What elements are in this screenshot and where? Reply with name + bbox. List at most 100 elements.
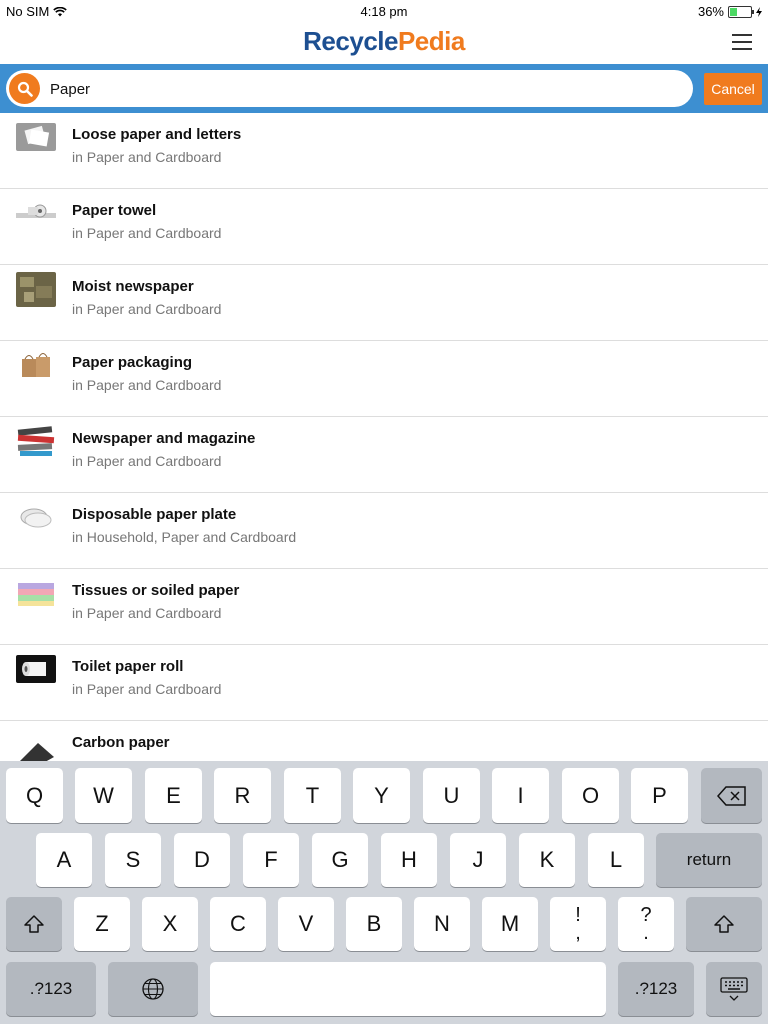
- item-title: Toilet paper roll: [72, 658, 184, 675]
- list-item[interactable]: Toilet paper roll in Paper and Cardboard: [0, 645, 768, 721]
- list-item[interactable]: Loose paper and letters in Paper and Car…: [0, 113, 768, 189]
- key-j[interactable]: J: [450, 833, 506, 887]
- key-s[interactable]: S: [105, 833, 161, 887]
- list-item[interactable]: Moist newspaper in Paper and Cardboard: [0, 265, 768, 341]
- item-category: in Paper and Cardboard: [72, 681, 222, 697]
- list-item[interactable]: Paper towel in Paper and Cardboard: [0, 189, 768, 265]
- shift-key-left[interactable]: [6, 897, 62, 951]
- key-exclaim-comma[interactable]: ! ,: [550, 897, 606, 951]
- key-l[interactable]: L: [588, 833, 644, 887]
- moist-newspaper-thumbnail: [16, 272, 56, 307]
- search-icon: [17, 81, 33, 97]
- menu-line: [732, 48, 752, 50]
- search-button[interactable]: [9, 73, 40, 104]
- shift-key-right[interactable]: [686, 897, 762, 951]
- key-y[interactable]: Y: [353, 768, 410, 823]
- item-title: Loose paper and letters: [72, 126, 242, 143]
- key-d[interactable]: D: [174, 833, 230, 887]
- item-title: Paper packaging: [72, 354, 193, 371]
- key-bottom-char: ,: [575, 922, 581, 944]
- key-e[interactable]: E: [145, 768, 202, 823]
- item-title: Tissues or soiled paper: [72, 582, 240, 599]
- toilet-paper-thumbnail: [16, 655, 56, 683]
- item-category: in Paper and Cardboard: [72, 453, 222, 469]
- menu-line: [732, 41, 752, 43]
- key-question-period[interactable]: ? .: [618, 897, 674, 951]
- list-item[interactable]: Carbon paper: [0, 721, 768, 761]
- app-header: RecyclePedia: [0, 22, 768, 64]
- key-p[interactable]: P: [631, 768, 688, 823]
- menu-line: [732, 34, 752, 36]
- search-input[interactable]: [48, 70, 652, 109]
- item-category: in Paper and Cardboard: [72, 377, 222, 393]
- status-bar: No SIM 4:18 pm 36%: [0, 0, 768, 22]
- battery-percent: 36%: [697, 4, 724, 19]
- item-title: Carbon paper: [72, 734, 170, 751]
- key-h[interactable]: H: [381, 833, 437, 887]
- search-bar: Cancel: [0, 64, 768, 113]
- search-field[interactable]: [6, 70, 693, 109]
- key-z[interactable]: Z: [74, 897, 130, 951]
- item-category: in Household, Paper and Cardboard: [72, 529, 297, 545]
- item-category: in Paper and Cardboard: [72, 605, 222, 621]
- carbon-paper-thumbnail: [16, 739, 56, 761]
- key-o[interactable]: O: [562, 768, 619, 823]
- key-v[interactable]: V: [278, 897, 334, 951]
- shift-icon: [24, 915, 44, 933]
- list-item[interactable]: Paper packaging in Paper and Cardboard: [0, 341, 768, 417]
- results-list[interactable]: Loose paper and letters in Paper and Car…: [0, 113, 768, 761]
- numbers-key-right[interactable]: .?123: [618, 962, 694, 1016]
- numbers-key-left[interactable]: .?123: [6, 962, 96, 1016]
- status-time: 4:18 pm: [360, 4, 408, 19]
- key-c[interactable]: C: [210, 897, 266, 951]
- logo-part-pedia: Pedia: [397, 26, 465, 56]
- item-title: Moist newspaper: [72, 278, 194, 295]
- key-t[interactable]: T: [284, 768, 341, 823]
- paper-packaging-thumbnail: [16, 349, 56, 381]
- dismiss-keyboard-key[interactable]: [706, 962, 762, 1016]
- key-a[interactable]: A: [36, 833, 92, 887]
- key-n[interactable]: N: [414, 897, 470, 951]
- newspaper-magazine-thumbnail: [16, 424, 56, 458]
- key-b[interactable]: B: [346, 897, 402, 951]
- globe-key[interactable]: [108, 962, 198, 1016]
- space-key[interactable]: [210, 962, 606, 1016]
- item-category: in Paper and Cardboard: [72, 225, 222, 241]
- status-right: 36%: [698, 4, 762, 19]
- key-g[interactable]: G: [312, 833, 368, 887]
- battery-icon: [728, 5, 754, 18]
- key-bottom-char: .: [643, 922, 649, 944]
- paper-towel-thumbnail: [16, 199, 56, 227]
- loose-paper-thumbnail: [16, 123, 56, 151]
- battery-fill: [730, 7, 738, 16]
- item-title: Disposable paper plate: [72, 506, 237, 523]
- globe-icon: [142, 978, 164, 1000]
- key-f[interactable]: F: [243, 833, 299, 887]
- item-category: in Paper and Cardboard: [72, 301, 222, 317]
- key-k[interactable]: K: [519, 833, 575, 887]
- key-r[interactable]: R: [214, 768, 271, 823]
- app-logo: RecyclePedia: [0, 26, 768, 57]
- list-item[interactable]: Disposable paper plate in Household, Pap…: [0, 493, 768, 569]
- item-category: in Paper and Cardboard: [72, 149, 222, 165]
- hamburger-menu-icon[interactable]: [732, 34, 752, 50]
- return-key[interactable]: return: [656, 833, 762, 887]
- item-title: Newspaper and magazine: [72, 430, 256, 447]
- key-x[interactable]: X: [142, 897, 198, 951]
- cancel-button[interactable]: Cancel: [704, 73, 762, 105]
- key-u[interactable]: U: [423, 768, 480, 823]
- charging-icon: [756, 6, 762, 17]
- key-w[interactable]: W: [75, 768, 132, 823]
- key-i[interactable]: I: [492, 768, 549, 823]
- key-q[interactable]: Q: [6, 768, 63, 823]
- key-m[interactable]: M: [482, 897, 538, 951]
- list-item[interactable]: Tissues or soiled paper in Paper and Car…: [0, 569, 768, 645]
- item-title: Paper towel: [72, 202, 157, 219]
- backspace-key[interactable]: [701, 768, 762, 823]
- tissues-thumbnail: [16, 579, 56, 607]
- backspace-icon: [716, 785, 746, 806]
- list-item[interactable]: Newspaper and magazine in Paper and Card…: [0, 417, 768, 493]
- logo-part-recycle: Recycle: [303, 26, 398, 56]
- onscreen-keyboard: Q W E R T Y U I O P A S D F G H J K L re…: [0, 761, 768, 1024]
- paper-plate-thumbnail: [16, 503, 56, 531]
